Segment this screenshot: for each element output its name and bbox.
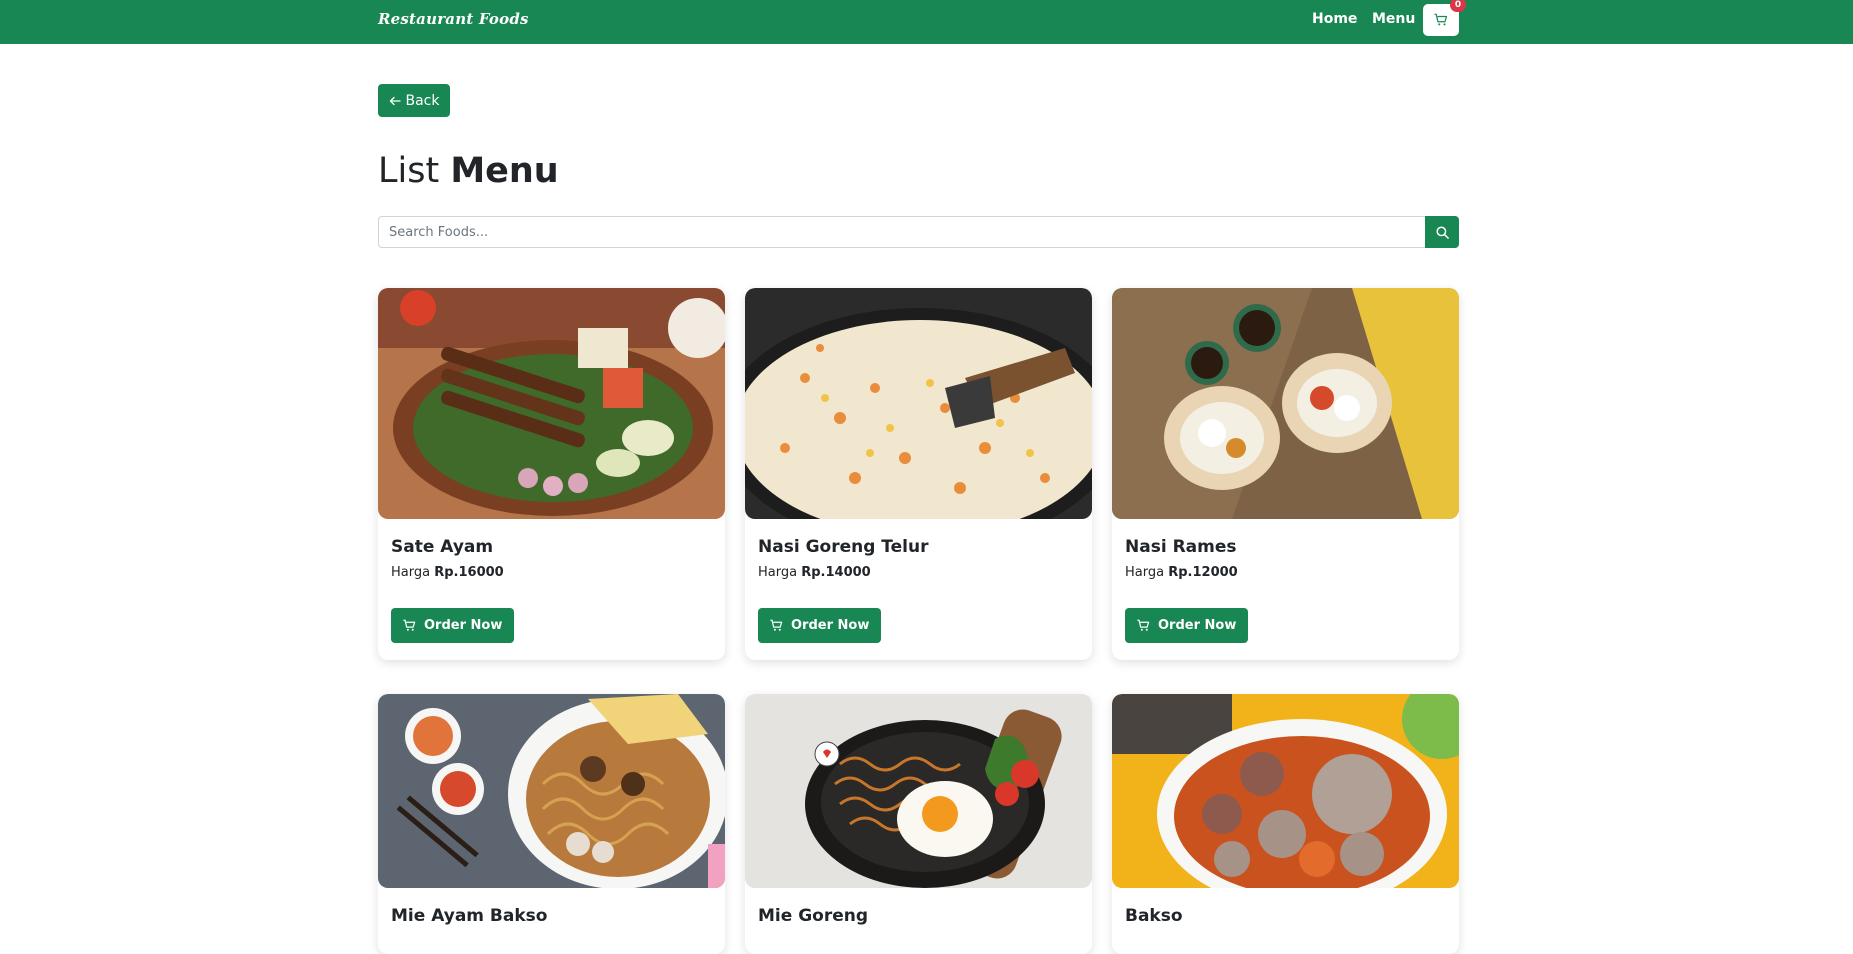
price-value: Rp.12000 bbox=[1168, 565, 1238, 580]
food-name: Mie Ayam Bakso bbox=[391, 906, 548, 926]
food-price: Harga Rp.12000 bbox=[1125, 565, 1446, 580]
food-card: Mie Ayam Bakso bbox=[378, 694, 725, 954]
food-card: Sate Ayam Harga Rp.16000 Order Now bbox=[378, 288, 725, 660]
food-image-nasi-goreng-telur bbox=[745, 288, 1092, 519]
page-title-regular: List bbox=[378, 151, 440, 191]
food-image-nasi-rames bbox=[1112, 288, 1459, 519]
food-image-sate-ayam bbox=[378, 288, 725, 519]
food-card: Nasi Rames Harga Rp.12000 Order Now bbox=[1112, 288, 1459, 660]
cart-icon bbox=[1434, 13, 1448, 26]
cart-icon bbox=[403, 619, 416, 631]
page-title-bold: Menu bbox=[450, 151, 559, 191]
navbar: Restaurant Foods Home Menu 0 bbox=[0, 0, 1853, 44]
order-now-label: Order Now bbox=[1158, 618, 1237, 633]
cart-count-badge: 0 bbox=[1450, 0, 1466, 12]
price-prefix: Harga bbox=[758, 565, 798, 580]
food-image-mie-goreng bbox=[745, 694, 1092, 888]
price-value: Rp.14000 bbox=[801, 565, 871, 580]
search-button[interactable] bbox=[1425, 216, 1459, 248]
back-button-label: Back bbox=[405, 92, 440, 109]
food-image-mie-ayam-bakso bbox=[378, 694, 725, 888]
cart-button[interactable]: 0 bbox=[1423, 0, 1466, 36]
food-price: Harga Rp.16000 bbox=[391, 565, 712, 580]
price-value: Rp.16000 bbox=[434, 565, 504, 580]
nav-link-menu[interactable]: Menu bbox=[1372, 11, 1415, 27]
food-card: Nasi Goreng Telur Harga Rp.14000 Order N… bbox=[745, 288, 1092, 660]
price-prefix: Harga bbox=[1125, 565, 1165, 580]
food-name: Mie Goreng bbox=[758, 906, 869, 926]
arrow-left-icon bbox=[389, 96, 401, 105]
order-now-button[interactable]: Order Now bbox=[391, 608, 515, 643]
search-icon bbox=[1435, 225, 1449, 239]
food-name: Sate Ayam bbox=[391, 537, 494, 557]
back-button[interactable]: Back bbox=[378, 84, 450, 117]
order-now-label: Order Now bbox=[424, 618, 503, 633]
cart-icon bbox=[1137, 619, 1150, 631]
food-card: Mie Goreng bbox=[745, 694, 1092, 954]
food-image-bakso bbox=[1112, 694, 1459, 888]
price-prefix: Harga bbox=[391, 565, 431, 580]
cart-icon bbox=[770, 619, 783, 631]
food-name: Nasi Goreng Telur bbox=[758, 537, 929, 557]
food-price: Harga Rp.14000 bbox=[758, 565, 1079, 580]
page-title: List Menu bbox=[378, 151, 559, 191]
search-input[interactable] bbox=[378, 216, 1425, 248]
food-name: Nasi Rames bbox=[1125, 537, 1237, 557]
brand-logo[interactable]: Restaurant Foods bbox=[378, 10, 529, 28]
food-card: Bakso bbox=[1112, 694, 1459, 954]
order-now-button[interactable]: Order Now bbox=[1125, 608, 1249, 643]
order-now-button[interactable]: Order Now bbox=[758, 608, 882, 643]
food-name: Bakso bbox=[1125, 906, 1183, 926]
order-now-label: Order Now bbox=[791, 618, 870, 633]
nav-link-home[interactable]: Home bbox=[1312, 11, 1357, 27]
search-bar bbox=[378, 216, 1459, 248]
